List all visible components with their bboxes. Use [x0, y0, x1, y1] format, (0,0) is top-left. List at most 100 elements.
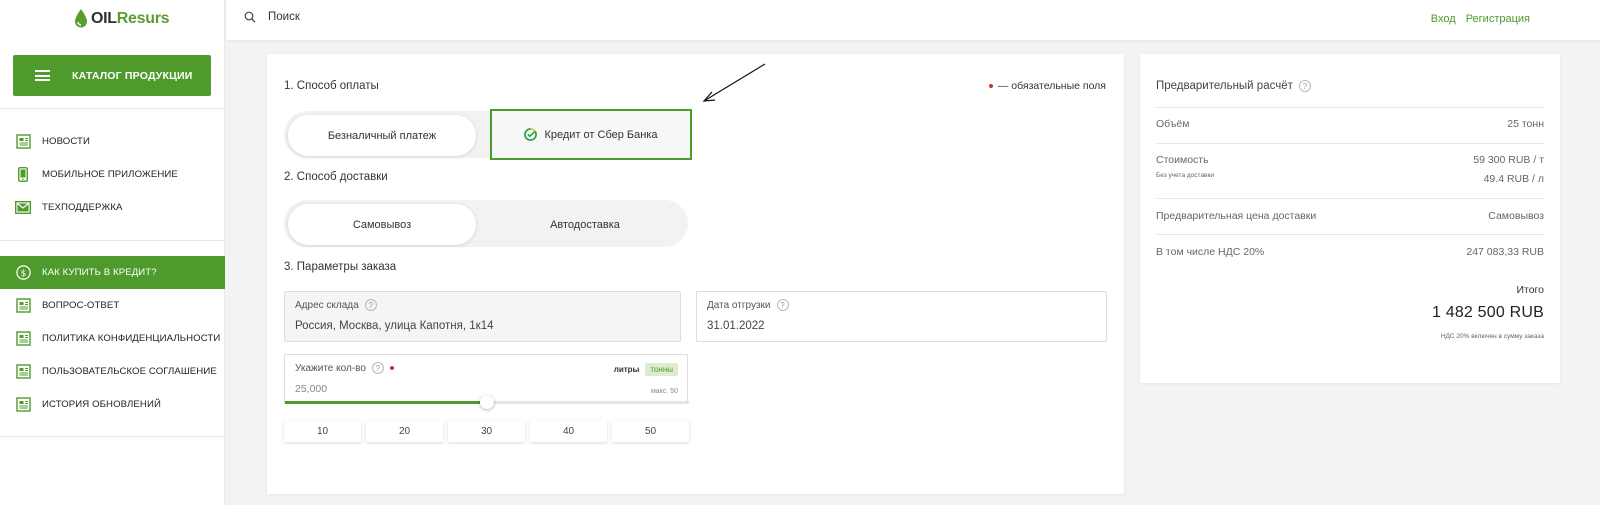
preset-10-button[interactable]: 10: [284, 420, 361, 442]
payment-option-sber-credit[interactable]: Кредит от Сбер Банка: [490, 109, 692, 160]
sidebar-item-label: МОБИЛЬНОЕ ПРИЛОЖЕНИЕ: [42, 169, 178, 180]
menu-icon: [35, 70, 50, 81]
annotation-arrow-icon: [702, 63, 766, 102]
ship-date-field[interactable]: Дата отгрузки ? 31.01.2022: [696, 291, 1107, 342]
logo[interactable]: OILResurs: [74, 9, 170, 29]
newspaper-icon: [15, 134, 31, 150]
phone-icon: [15, 167, 31, 183]
divider: [0, 240, 225, 241]
required-dot-icon: [389, 366, 394, 370]
delivery-price-value: Самовывоз: [1488, 210, 1544, 222]
quantity-slider-fill: [285, 401, 487, 404]
sidebar-item-faq[interactable]: ВОПРОС-ОТВЕТ: [0, 289, 225, 322]
dollar-coin-icon: $: [15, 265, 31, 281]
required-note: — обязательные поля: [988, 80, 1106, 92]
quantity-slider-thumb[interactable]: [480, 395, 494, 409]
summary-cost-row: Стоимость Без учета доставки 59 300 RUB …: [1156, 154, 1544, 194]
warehouse-label-row: Адрес склада ?: [295, 299, 377, 311]
unit-liters-option[interactable]: литры: [614, 365, 640, 374]
warehouse-label: Адрес склада: [295, 299, 359, 311]
total-value: 1 482 500 RUB: [1431, 304, 1544, 321]
vat-value: 247 083,33 RUB: [1466, 246, 1544, 258]
quantity-label: Укажите кол-во: [295, 362, 366, 374]
total-label: Итого: [1516, 284, 1544, 296]
unit-toggle: литры тонны: [614, 363, 678, 376]
divider: [0, 436, 225, 437]
divider: [1156, 143, 1544, 144]
ship-date-label: Дата отгрузки: [707, 299, 771, 311]
quantity-label-row: Укажите кол-во ?: [295, 362, 394, 374]
document-icon: [15, 364, 31, 380]
delivery-method-selector: Самовывоз Автодоставка: [284, 200, 688, 247]
quantity-field[interactable]: Укажите кол-во ? литры тонны 25,000 макс…: [284, 354, 689, 409]
catalog-button[interactable]: КАТАЛОГ ПРОДУКЦИИ: [13, 55, 211, 96]
cost-note: Без учета доставки: [1156, 172, 1214, 179]
search-icon: [244, 11, 256, 23]
sidebar-item-changelog[interactable]: ИСТОРИЯ ОБНОВЛЕНИЙ: [0, 388, 225, 421]
delivery-option-auto[interactable]: Автодоставка: [486, 204, 684, 245]
cost-per-liter: 49.4 RUB / л: [1483, 173, 1544, 185]
help-icon[interactable]: ?: [371, 362, 384, 374]
topbar: Поиск Вход Регистрация: [226, 0, 1600, 40]
order-form-card: 1. Способ оплаты — обязательные поля Без…: [267, 54, 1124, 494]
summary-title: Предварительный расчёт: [1156, 80, 1293, 92]
logo-text: OILResurs: [91, 10, 170, 27]
delivery-option-pickup[interactable]: Самовывоз: [288, 204, 476, 245]
sidebar-item-privacy[interactable]: ПОЛИТИКА КОНФИДЕНЦИАЛЬНОСТИ: [0, 322, 225, 355]
summary-volume-row: Объём 25 тонн: [1156, 118, 1544, 132]
sidebar-item-agreement[interactable]: ПОЛЬЗОВАТЕЛЬСКОЕ СОГЛАШЕНИЕ: [0, 355, 225, 388]
help-icon[interactable]: ?: [1298, 80, 1311, 92]
search-box[interactable]: Поиск: [244, 11, 300, 23]
document-icon: [15, 298, 31, 314]
preset-40-button[interactable]: 40: [530, 420, 607, 442]
sidebar-item-label: ИСТОРИЯ ОБНОВЛЕНИЙ: [42, 399, 161, 410]
required-dot-icon: [988, 84, 993, 88]
sidebar-item-label: ПОЛЬЗОВАТЕЛЬСКОЕ СОГЛАШЕНИЕ: [42, 366, 217, 377]
auth-links: Вход Регистрация: [1431, 13, 1530, 25]
help-icon[interactable]: ?: [776, 299, 789, 311]
search-input[interactable]: Поиск: [268, 11, 300, 23]
volume-label: Объём: [1156, 118, 1190, 130]
unit-tons-option[interactable]: тонны: [645, 363, 678, 376]
summary-delivery-row: Предварительная цена доставки Самовывоз: [1156, 210, 1544, 224]
help-icon[interactable]: ?: [364, 299, 377, 311]
divider: [0, 108, 225, 109]
sidebar-item-label: ПОЛИТИКА КОНФИДЕНЦИАЛЬНОСТИ: [42, 333, 221, 344]
cost-per-ton: 59 300 RUB / т: [1473, 154, 1544, 166]
sidebar-item-label: ТЕХПОДДЕРЖКА: [42, 202, 123, 213]
summary-title-row: Предварительный расчёт ?: [1156, 80, 1311, 92]
quantity-input[interactable]: 25,000: [295, 383, 327, 395]
sidebar-item-label: ВОПРОС-ОТВЕТ: [42, 300, 120, 311]
delivery-price-label: Предварительная цена доставки: [1156, 210, 1317, 222]
sidebar: OILResurs КАТАЛОГ ПРОДУКЦИИ НОВОСТИ МОБИ…: [0, 0, 225, 505]
sidebar-item-support[interactable]: ТЕХПОДДЕРЖКА: [0, 191, 225, 224]
quantity-slider-track[interactable]: [285, 395, 689, 409]
preset-20-button[interactable]: 20: [366, 420, 443, 442]
login-link[interactable]: Вход: [1431, 13, 1456, 25]
divider: [1156, 198, 1544, 199]
total-note: НДС 20% включен в сумму заказа: [1440, 333, 1544, 340]
sidebar-item-mobile-app[interactable]: МОБИЛЬНОЕ ПРИЛОЖЕНИЕ: [0, 158, 225, 191]
warehouse-address-field: Адрес склада ? Россия, Москва, улица Кап…: [284, 291, 681, 342]
summary-vat-row: В том числе НДС 20% 247 083,33 RUB: [1156, 246, 1544, 260]
required-note-text: — обязательные поля: [997, 80, 1106, 92]
divider: [1156, 107, 1544, 108]
preset-30-button[interactable]: 30: [448, 420, 525, 442]
params-section-title: 3. Параметры заказа: [284, 261, 397, 273]
divider: [1156, 234, 1544, 235]
payment-section-title: 1. Способ оплаты: [284, 80, 379, 92]
register-link[interactable]: Регистрация: [1466, 13, 1530, 25]
vat-label: В том числе НДС 20%: [1156, 246, 1265, 258]
svg-text:$: $: [20, 269, 26, 279]
preset-50-button[interactable]: 50: [612, 420, 689, 442]
payment-option-cashless[interactable]: Безналичный платеж: [288, 115, 476, 156]
sidebar-item-news[interactable]: НОВОСТИ: [0, 125, 225, 158]
sidebar-item-label: НОВОСТИ: [42, 136, 90, 147]
sber-option-label: Кредит от Сбер Банка: [544, 128, 658, 141]
ship-date-label-row: Дата отгрузки ?: [707, 299, 789, 311]
sidebar-item-credit[interactable]: $ КАК КУПИТЬ В КРЕДИТ?: [0, 256, 225, 289]
quantity-presets: 10 20 30 40 50: [284, 420, 689, 442]
ship-date-value[interactable]: 31.01.2022: [707, 320, 765, 332]
oil-drop-icon: [75, 9, 87, 28]
document-icon: [15, 397, 31, 413]
